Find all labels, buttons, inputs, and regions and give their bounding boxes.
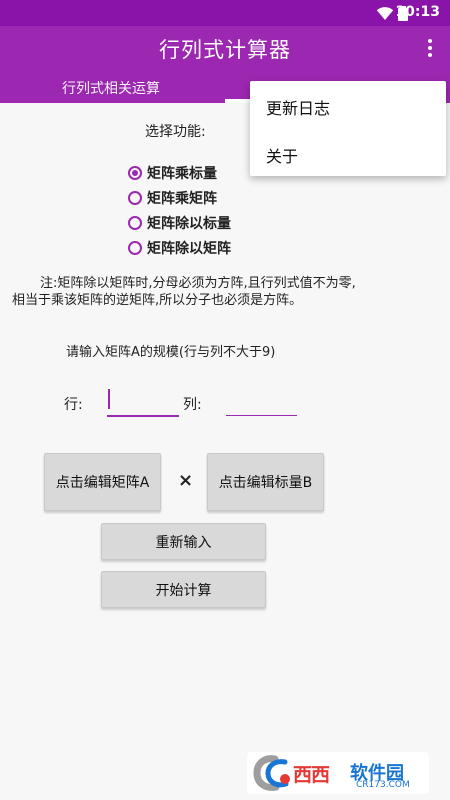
- edit-matrix-a-button[interactable]: 点击编辑矩阵A: [44, 453, 161, 511]
- radio-label: 矩阵乘标量: [147, 166, 217, 182]
- radio-label: 矩阵除以矩阵: [147, 241, 231, 257]
- matrix-size-prompt: 请输入矩阵A的规模(行与列不大于9): [66, 345, 276, 360]
- overflow-dot: [428, 46, 432, 50]
- wifi-icon: [376, 7, 394, 20]
- radio-selected-icon: [128, 166, 142, 180]
- status-bar: 10:13: [0, 0, 450, 26]
- columns-label: 列:: [183, 397, 202, 413]
- overflow-menu-button[interactable]: [418, 34, 442, 62]
- note-text: 注:矩阵除以矩阵时,分母必须为方阵,且行列式值不为零,相当于乘该矩阵的逆矩阵,所…: [12, 276, 356, 308]
- rows-input[interactable]: [107, 385, 179, 417]
- radio-option-matrix-times-matrix[interactable]: 矩阵乘矩阵: [128, 186, 231, 210]
- main-content: 选择功能: 矩阵乘标量 矩阵乘矩阵 矩阵除以标量 矩阵除以矩阵 注:矩阵除以矩阵…: [0, 103, 450, 800]
- watermark-sub-text: CR173.COM: [356, 780, 410, 790]
- rows-label: 行:: [64, 397, 83, 413]
- radio-option-matrix-divided-by-matrix[interactable]: 矩阵除以矩阵: [128, 236, 231, 260]
- radio-option-matrix-divided-by-scalar[interactable]: 矩阵除以标量: [128, 211, 231, 235]
- reset-input-button[interactable]: 重新输入: [101, 523, 266, 560]
- watermark-main-text: 西西: [293, 764, 330, 786]
- overflow-dot: [428, 53, 432, 57]
- overflow-dropdown-menu: 更新日志 关于: [250, 81, 446, 176]
- edit-scalar-b-button[interactable]: 点击编辑标量B: [207, 453, 324, 511]
- tab-determinant-operations[interactable]: 行列式相关运算: [62, 78, 160, 98]
- menu-item-about[interactable]: 关于: [266, 143, 298, 167]
- start-calculation-button[interactable]: 开始计算: [101, 571, 266, 608]
- radio-unselected-icon: [128, 241, 142, 255]
- status-time: 10:13: [395, 4, 440, 20]
- columns-input[interactable]: [226, 385, 297, 416]
- function-select-title: 选择功能:: [145, 124, 206, 140]
- menu-item-update-log[interactable]: 更新日志: [266, 95, 330, 119]
- radio-unselected-icon: [128, 216, 142, 230]
- radio-label: 矩阵乘矩阵: [147, 191, 217, 207]
- page-title: 行列式计算器: [159, 38, 291, 62]
- watermark: 西西 软件园 CR173.COM: [247, 752, 429, 794]
- radio-unselected-icon: [128, 191, 142, 205]
- function-radio-group: 矩阵乘标量 矩阵乘矩阵 矩阵除以标量 矩阵除以矩阵: [128, 161, 231, 261]
- multiply-operator: ×: [178, 470, 194, 491]
- app-bar: 行列式计算器: [0, 26, 450, 70]
- radio-option-matrix-times-scalar[interactable]: 矩阵乘标量: [128, 161, 231, 185]
- radio-label: 矩阵除以标量: [147, 216, 231, 232]
- text-cursor: [108, 389, 110, 409]
- overflow-dot: [428, 39, 432, 43]
